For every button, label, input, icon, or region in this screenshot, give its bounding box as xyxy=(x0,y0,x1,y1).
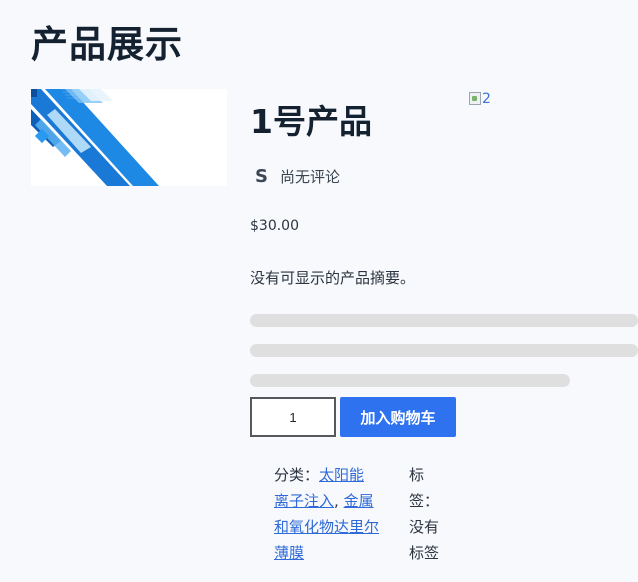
product-thumbnail[interactable] xyxy=(31,89,227,186)
product-categories: 分类：太阳能 离子注入, 金属和氧化物达里尔薄膜 xyxy=(274,462,384,566)
category-separator: , xyxy=(334,492,344,510)
product-price: $30.00 xyxy=(250,218,299,234)
broken-image-icon xyxy=(469,92,481,105)
abstract-blue-graphic xyxy=(31,89,227,186)
product-summary: 没有可显示的产品摘要。 xyxy=(250,269,416,287)
product-tags: 标签：没有标签 xyxy=(409,466,440,562)
skeleton-line xyxy=(250,344,638,357)
rating-s-icon: S xyxy=(255,166,268,187)
rating-text: 尚无评论 xyxy=(279,168,340,186)
category-link-ion-implantation[interactable]: 离子注入 xyxy=(274,492,334,510)
page-title: 产品展示 xyxy=(31,23,183,66)
rating-row: S 尚无评论 xyxy=(255,166,340,188)
skeleton-line xyxy=(250,314,638,327)
broken-image: 2 xyxy=(469,91,491,107)
quantity-input[interactable] xyxy=(250,397,336,437)
add-to-cart-button[interactable]: 加入购物车 xyxy=(340,397,456,437)
category-link-solar[interactable]: 太阳能 xyxy=(319,466,364,484)
broken-image-alt: 2 xyxy=(482,91,491,107)
categories-label: 分类： xyxy=(274,466,320,484)
skeleton-line xyxy=(250,374,570,387)
product-title: 1号产品 xyxy=(250,102,372,141)
